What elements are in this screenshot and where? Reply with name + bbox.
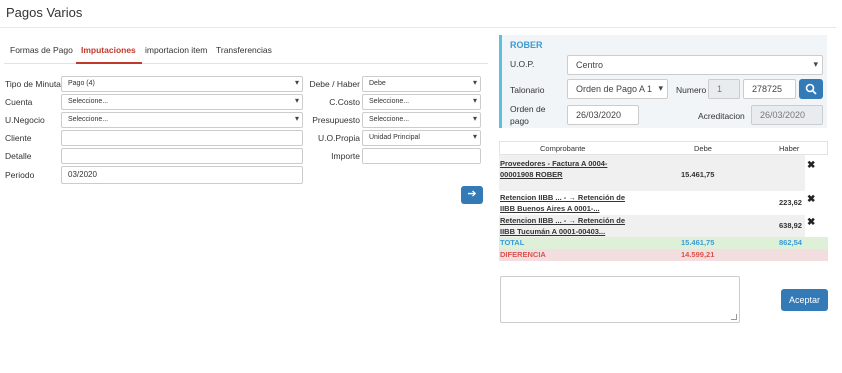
grid-header: Comprobante Debe Haber [499,141,828,155]
diferencia-label: DIFERENCIA [500,250,546,259]
orden-de-pago-label-line1: Orden de [510,104,546,114]
numero-input[interactable]: 278725 [743,79,796,99]
debe-cell: 15.461,75 [681,170,715,179]
page-title: Pagos Varios [6,5,83,20]
comprobante-cell-line1: Retencion IIBB ... - → Retención de [500,193,626,202]
acreditacion-label: Acreditacion [698,111,745,121]
active-tab-indicator [76,62,142,64]
comprobante-cell-line2: IIBB Tucumán A 0001-00403... [500,227,606,236]
title-divider [0,27,836,28]
diferencia-row: DIFERENCIA 14.599,21 [499,249,828,261]
search-icon [805,83,817,95]
total-label: TOTAL [500,238,525,247]
comprobante-cell-line1: Retencion IIBB ... - → Retención de [500,216,626,225]
tipo-minuta-label: Tipo de Minuta [5,79,61,89]
presupuesto-select[interactable]: Seleccione... [362,112,481,128]
importe-label: Importe [331,151,360,161]
haber-cell: 638,92 [779,221,802,230]
orden-de-pago-label-line2: pago [510,116,529,126]
numero-label: Numero [676,85,707,95]
search-button[interactable] [799,79,823,99]
uo-propia-select[interactable]: Unidad Principal [362,130,481,146]
tab-importacion-item[interactable]: importacion item [145,45,207,55]
comprobante-cell-line2: IIBB Buenos Aires A 0001-... [500,204,600,213]
cliente-label: Cliente [5,133,32,143]
tab-formas-de-pago[interactable]: Formas de Pago [10,45,73,55]
orden-de-pago-date-input[interactable]: 26/03/2020 [567,105,639,125]
delete-row-icon[interactable]: ✖ [807,217,815,228]
header-panel: ROBER U.O.P. Centro Talonario Orden de P… [499,35,827,128]
comprobante-cell-line2: 00001908 ROBER [500,170,563,179]
u-negocio-label: U.Negocio [5,115,45,125]
comprobante-cell-line1: Proveedores - Factura A 0004- [500,159,608,168]
delete-row-icon[interactable]: ✖ [807,160,815,171]
total-row: TOTAL 15.461,75 862,54 [499,237,828,249]
tab-bar: Formas de Pago Imputaciones importacion … [4,42,488,64]
c-costo-label: C.Costo [329,97,360,107]
detalle-label: Detalle [5,151,32,161]
haber-cell: 223,62 [779,198,802,207]
column-header-comprobante: Comprobante [540,144,586,153]
cuenta-label: Cuenta [5,97,33,107]
panel-title: ROBER [510,40,543,50]
diferencia-debe: 14.599,21 [681,250,715,259]
notes-textarea[interactable] [500,276,740,323]
column-header-debe: Debe [694,144,712,153]
table-row[interactable]: Retencion IIBB ... - → Retención de IIBB… [499,215,805,237]
cuenta-select[interactable]: Seleccione... [61,94,303,110]
table-row[interactable]: Proveedores - Factura A 0004- 00001908 R… [499,155,805,191]
presupuesto-label: Presupuesto [312,115,360,125]
c-costo-select[interactable]: Seleccione... [362,94,481,110]
cliente-input[interactable] [61,130,303,146]
debe-haber-label: Debe / Haber [309,79,360,89]
arrow-right-icon: ➔ [467,188,477,200]
uop-select[interactable]: Centro [567,55,823,75]
talonario-label: Talonario [510,85,545,95]
periodo-label: Periodo [5,170,35,180]
numero-prefix-field: 1 [708,79,740,99]
periodo-input[interactable]: 03/2020 [61,166,303,184]
tab-transferencias[interactable]: Transferencias [216,45,272,55]
debe-haber-select[interactable]: Debe [362,76,481,92]
total-debe: 15.461,75 [681,238,715,247]
detalle-input[interactable] [61,148,303,164]
uop-label: U.O.P. [510,59,535,69]
talonario-select[interactable]: Orden de Pago A 1 [567,79,668,99]
importe-input[interactable] [362,148,481,164]
total-haber: 862,54 [779,238,802,247]
tipo-minuta-select[interactable]: Pago (4) [61,76,303,92]
accept-button[interactable]: Aceptar [781,289,828,311]
add-imputacion-button[interactable]: ➔ [461,186,483,204]
table-row[interactable]: Retencion IIBB ... - → Retención de IIBB… [499,192,805,214]
column-header-haber: Haber [779,144,800,153]
delete-row-icon[interactable]: ✖ [807,194,815,205]
tab-imputaciones[interactable]: Imputaciones [81,45,136,55]
u-negocio-select[interactable]: Seleccione... [61,112,303,128]
uo-propia-label: U.O.Propia [317,133,360,143]
acreditacion-date-field: 26/03/2020 [751,105,823,125]
